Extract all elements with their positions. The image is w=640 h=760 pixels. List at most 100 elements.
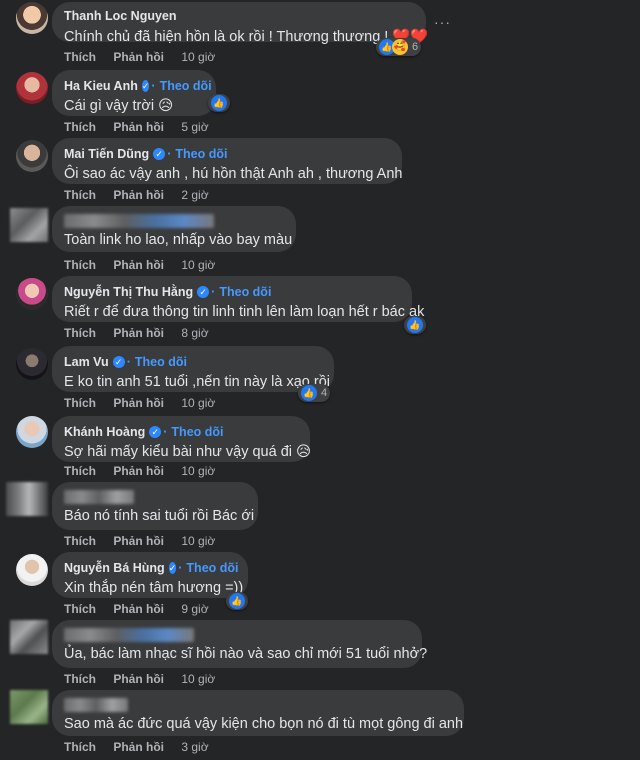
like-button[interactable]: Thích — [64, 120, 96, 134]
comment-actions: Thích Phản hồi 3 giờ — [64, 740, 223, 754]
comment-text: Cái gì vậy trời 😥 — [64, 98, 174, 114]
commenter-name[interactable]: Nguyễn Bá Hùng — [64, 561, 165, 575]
comment-text: Báo nó tính sai tuổi rồi Bác ới — [64, 508, 255, 524]
comment-text: Chính chủ đã hiện hồn là ok rồi ! Thương… — [64, 29, 429, 45]
comment-bubble: Mai Tiến Dũng ✓ · Theo dõi Ôi sao ác vậy… — [52, 138, 402, 184]
timestamp[interactable]: 10 giờ — [181, 534, 215, 548]
timestamp[interactable]: 2 giờ — [181, 188, 208, 202]
comment-text: E ko tin anh 51 tuổi ,nến tin này là xạo… — [64, 374, 331, 390]
reaction-count[interactable]: 👍 — [226, 592, 248, 610]
blurred-name — [64, 490, 134, 504]
like-reaction-icon: 👍 — [229, 593, 245, 609]
reply-button[interactable]: Phản hồi — [113, 672, 164, 686]
verified-badge-icon: ✓ — [153, 148, 166, 160]
timestamp[interactable]: 8 giờ — [181, 326, 208, 340]
comment-bubble: Lam Vu ✓ · Theo dõi E ko tin anh 51 tuổi… — [52, 346, 334, 392]
reply-button[interactable]: Phản hồi — [113, 326, 164, 340]
timestamp[interactable]: 10 giờ — [181, 672, 215, 686]
blurred-name — [64, 628, 194, 642]
avatar[interactable] — [10, 620, 48, 654]
avatar[interactable] — [10, 690, 48, 724]
avatar[interactable] — [16, 2, 48, 34]
reply-button[interactable]: Phản hồi — [113, 258, 164, 272]
commenter-name[interactable]: Ha Kieu Anh — [64, 79, 138, 93]
timestamp[interactable]: 10 giờ — [181, 50, 215, 64]
like-button[interactable]: Thích — [64, 326, 96, 340]
timestamp[interactable]: 3 giờ — [181, 740, 208, 754]
reply-button[interactable]: Phản hồi — [113, 120, 164, 134]
timestamp[interactable]: 9 giờ — [181, 602, 208, 616]
follow-button[interactable]: Theo dõi — [219, 285, 271, 299]
timestamp[interactable]: 10 giờ — [181, 464, 215, 478]
avatar[interactable] — [16, 348, 48, 380]
reply-button[interactable]: Phản hồi — [113, 188, 164, 202]
like-button[interactable]: Thích — [64, 50, 96, 64]
commenter-name[interactable]: Mai Tiến Dũng — [64, 147, 149, 161]
comment-text: Sao mà ác đức quá vậy kiện cho bọn nó đi… — [64, 716, 464, 732]
like-button[interactable]: Thích — [64, 740, 96, 754]
like-button[interactable]: Thích — [64, 396, 96, 410]
comment-bubble: Khánh Hoàng ✓ · Theo dõi Sợ hãi mấy kiểu… — [52, 416, 312, 462]
follow-button[interactable]: Theo dõi — [186, 561, 238, 575]
reply-button[interactable]: Phản hồi — [113, 602, 164, 616]
verified-badge-icon: ✓ — [149, 426, 162, 438]
follow-button[interactable]: Theo dõi — [160, 79, 212, 93]
comment-bubble: Sao mà ác đức quá vậy kiện cho bọn nó đi… — [52, 690, 464, 736]
reaction-count[interactable]: 👍 — [404, 316, 426, 334]
reply-button[interactable]: Phản hồi — [113, 50, 164, 64]
comment-text: Toàn link ho lao, nhấp vào bay màu — [64, 232, 293, 248]
commenter-name[interactable]: Khánh Hoàng — [64, 425, 145, 439]
timestamp[interactable]: 5 giờ — [181, 120, 208, 134]
comment-actions: Thích Phản hồi 10 giờ — [64, 534, 229, 548]
comment-actions: Thích Phản hồi 2 giờ — [64, 188, 223, 202]
comment-text: Xin thắp nén tâm hương =)) — [64, 580, 244, 596]
avatar[interactable] — [16, 554, 48, 586]
reaction-count[interactable]: 👍 🥰 6 — [376, 38, 422, 56]
reply-button[interactable]: Phản hồi — [113, 740, 164, 754]
reply-button[interactable]: Phản hồi — [113, 534, 164, 548]
reaction-count[interactable]: 👍 — [208, 94, 230, 112]
comment-actions: Thích Phản hồi 10 giờ — [64, 672, 229, 686]
avatar[interactable] — [16, 416, 48, 448]
blurred-name — [64, 214, 214, 228]
more-options-icon[interactable]: ··· — [434, 14, 451, 30]
like-button[interactable]: Thích — [64, 534, 96, 548]
avatar[interactable] — [10, 208, 48, 242]
comment-actions: Thích Phản hồi 10 giờ — [64, 464, 229, 478]
avatar[interactable] — [16, 72, 48, 104]
avatar[interactable] — [16, 278, 48, 310]
follow-button[interactable]: Theo dõi — [135, 355, 187, 369]
commenter-name[interactable]: Thanh Loc Nguyen — [64, 9, 177, 23]
verified-badge-icon: ✓ — [112, 356, 125, 368]
comment-text: Ôi sao ác vậy anh , hú hồn thật Anh ah ,… — [64, 166, 403, 182]
like-button[interactable]: Thích — [64, 464, 96, 478]
like-reaction-icon: 👍 — [301, 385, 317, 401]
avatar[interactable] — [6, 482, 48, 516]
follow-button[interactable]: Theo dõi — [175, 147, 227, 161]
like-reaction-icon: 👍 — [211, 95, 227, 111]
comment-actions: Thích Phản hồi 10 giờ — [64, 396, 229, 410]
like-button[interactable]: Thích — [64, 672, 96, 686]
comment-bubble: Toàn link ho lao, nhấp vào bay màu — [52, 206, 296, 252]
like-button[interactable]: Thích — [64, 188, 96, 202]
comment-text: Riết r để đưa thông tin linh tinh lên là… — [64, 304, 425, 320]
like-button[interactable]: Thích — [64, 602, 96, 616]
commenter-name[interactable]: Nguyễn Thị Thu Hằng — [64, 285, 193, 299]
reply-button[interactable]: Phản hồi — [113, 464, 164, 478]
timestamp[interactable]: 10 giờ — [181, 396, 215, 410]
comment-text: Ủa, bác làm nhạc sĩ hồi nào và sao chỉ m… — [64, 646, 428, 662]
comment-text: Sợ hãi mấy kiểu bài như vậy quá đi 😥 — [64, 444, 312, 460]
avatar[interactable] — [16, 140, 48, 172]
reaction-count[interactable]: 👍 4 — [298, 384, 331, 402]
commenter-name[interactable]: Lam Vu — [64, 355, 109, 369]
comment-bubble: Báo nó tính sai tuổi rồi Bác ới — [52, 482, 258, 530]
verified-badge-icon: ✓ — [168, 562, 177, 574]
like-reaction-icon: 👍 — [407, 317, 423, 333]
comment-bubble: Nguyễn Thị Thu Hằng ✓ · Theo dõi Riết r … — [52, 276, 425, 322]
reply-button[interactable]: Phản hồi — [113, 396, 164, 410]
comment-bubble: Thanh Loc Nguyen Chính chủ đã hiện hồn l… — [52, 2, 429, 45]
follow-button[interactable]: Theo dõi — [171, 425, 223, 439]
timestamp[interactable]: 10 giờ — [181, 258, 215, 272]
comment-bubble: Nguyễn Bá Hùng ✓ · Theo dõi Xin thắp nén… — [52, 552, 248, 598]
like-button[interactable]: Thích — [64, 258, 96, 272]
